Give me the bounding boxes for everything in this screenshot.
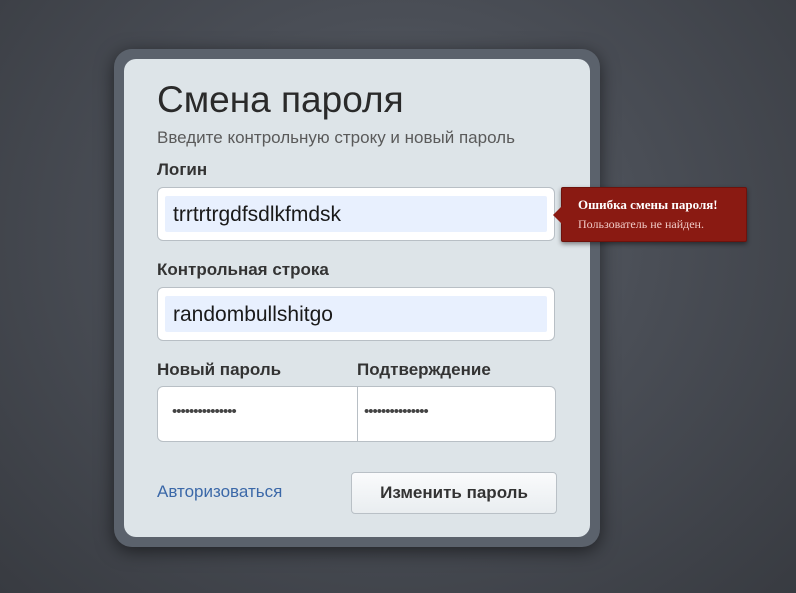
login-field[interactable]: trrtrtrgdfsdlkfmdsk <box>157 187 555 241</box>
new-password-field[interactable]: ••••••••••••••• <box>157 386 358 442</box>
control-string-field[interactable]: randombullshitgo <box>157 287 555 341</box>
control-string-label: Контрольная строка <box>157 260 329 279</box>
error-message: Пользователь не найден. <box>578 217 704 231</box>
change-password-button[interactable]: Изменить пароль <box>351 472 557 514</box>
login-label: Логин <box>157 160 208 179</box>
control-string-autofill-bg: randombullshitgo <box>165 296 547 332</box>
confirm-password-value: ••••••••••••••• <box>364 403 429 420</box>
confirm-password-field[interactable]: ••••••••••••••• <box>357 386 556 442</box>
tooltip-arrow <box>553 206 562 224</box>
new-password-value: ••••••••••••••• <box>172 403 237 420</box>
error-tooltip: Ошибка смены пароля! Пользователь не най… <box>553 187 747 242</box>
control-string-value: randombullshitgo <box>173 303 333 326</box>
new-password-label: Новый пароль <box>157 360 282 379</box>
login-autofill-bg: trrtrtrgdfsdlkfmdsk <box>165 196 547 232</box>
confirm-password-label: Подтверждение <box>357 360 491 379</box>
error-title: Ошибка смены пароля! <box>578 197 718 212</box>
page-title: Смена пароля <box>157 79 404 120</box>
authorize-link[interactable]: Авторизоваться <box>157 482 282 502</box>
login-value: trrtrtrgdfsdlkfmdsk <box>173 203 342 226</box>
page-subtitle: Введите контрольную строку и новый парол… <box>157 128 515 147</box>
password-change-card: Смена пароля Введите контрольную строку … <box>124 59 590 537</box>
